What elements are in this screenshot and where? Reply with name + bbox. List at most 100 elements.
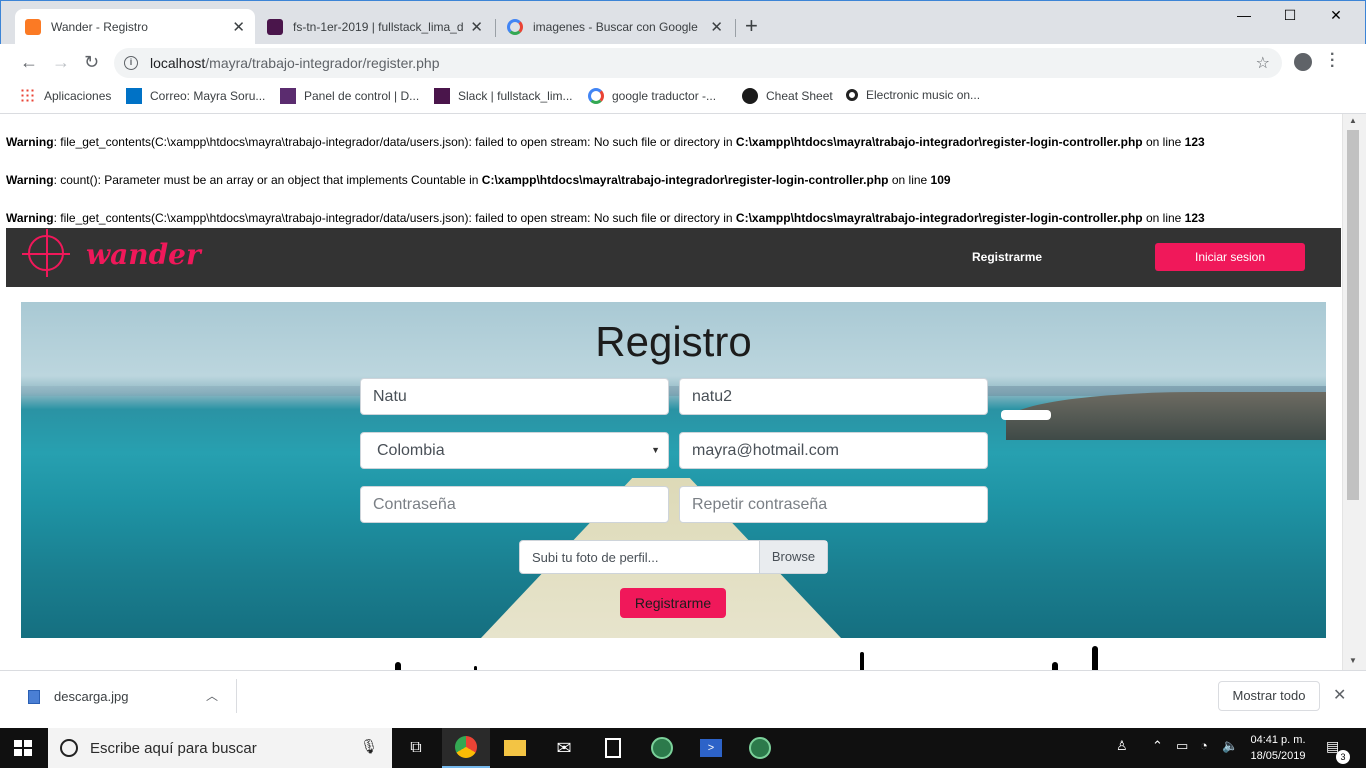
browser-toolbar: ← → ↻ i localhost/mayra/trabajo-integrad… <box>0 44 1366 82</box>
username-field[interactable]: natu2 <box>679 378 988 415</box>
taskbar-search-input[interactable]: Escribe aquí para buscar 🎙 <box>48 728 392 768</box>
site-navbar: wander Registrarme Iniciar sesion <box>6 228 1341 287</box>
divider <box>236 679 237 713</box>
tab-label: fs-tn-1er-2019 | fullstack_lima_di <box>293 20 465 34</box>
close-tab-icon[interactable]: ✕ <box>710 18 723 36</box>
system-clock[interactable]: 04:41 p. m. 18/05/2019 <box>1240 732 1316 764</box>
google-icon <box>588 88 604 104</box>
tab-slack[interactable]: fs-tn-1er-2019 | fullstack_lima_di ✕ <box>257 9 493 45</box>
password-field[interactable]: Contraseña <box>360 486 669 523</box>
bookmark-label: Aplicaciones <box>44 89 112 103</box>
reload-icon[interactable]: ↻ <box>84 52 99 73</box>
bookmark-label: Panel de control | D... <box>304 89 420 103</box>
register-submit-button[interactable]: Registrarme <box>620 588 726 618</box>
bookmark-label: Slack | fullstack_lim... <box>458 89 573 103</box>
profile-icon[interactable] <box>1294 53 1312 71</box>
url-path: /mayra/trabajo-integrador/register.php <box>205 55 440 71</box>
tab-label: imagenes - Buscar con Google <box>533 20 698 34</box>
people-icon[interactable]: ♙ <box>1116 738 1128 754</box>
silhouette <box>395 662 401 670</box>
maximize-icon[interactable]: ☐ <box>1267 7 1313 24</box>
tab-google-images[interactable]: imagenes - Buscar con Google ✕ <box>497 9 733 45</box>
rocky-island <box>1006 392 1326 440</box>
tab-label: Wander - Registro <box>51 20 148 34</box>
microphone-icon[interactable]: 🎙 <box>360 738 378 755</box>
chevron-up-icon[interactable]: ⌃ <box>1152 738 1163 754</box>
bookmark-google-translate[interactable]: google traductor -... <box>588 88 716 104</box>
taskbar-search-placeholder: Escribe aquí para buscar <box>90 739 257 757</box>
atom-taskbar-icon[interactable] <box>638 728 686 768</box>
page-scrollbar[interactable]: ▲ ▼ <box>1342 114 1366 670</box>
country-select[interactable]: Colombia ▼ <box>360 432 669 469</box>
dropdown-arrow-icon: ▼ <box>651 445 660 455</box>
login-button[interactable]: Iniciar sesion <box>1155 243 1305 271</box>
powershell-icon: > <box>700 739 722 757</box>
tab-wander-registro[interactable]: Wander - Registro ✕ <box>15 9 255 45</box>
url-host: localhost <box>150 55 206 71</box>
bookmark-label: Correo: Mayra Soru... <box>150 89 266 103</box>
bookmark-electronic-music[interactable]: Electronic music on... <box>846 88 980 102</box>
name-field[interactable]: Natu <box>360 378 669 415</box>
bookmark-panel[interactable]: Panel de control | D... <box>280 88 419 104</box>
forward-icon[interactable]: → <box>52 52 70 73</box>
chrome-icon <box>455 736 477 758</box>
battery-icon[interactable]: ▭ <box>1176 738 1188 754</box>
close-tab-icon[interactable]: ✕ <box>470 18 483 36</box>
back-icon[interactable]: ← <box>20 52 38 73</box>
scroll-up-icon[interactable]: ▲ <box>1349 116 1357 125</box>
calculator-taskbar-icon[interactable] <box>589 728 637 768</box>
show-all-button[interactable]: Mostrar todo <box>1218 681 1320 711</box>
folder-icon <box>504 740 526 756</box>
desktop-strip <box>0 720 1366 728</box>
country-selected-value: Colombia <box>377 441 445 459</box>
register-link[interactable]: Registrarme <box>972 250 1042 264</box>
bookmark-slack[interactable]: Slack | fullstack_lim... <box>434 88 572 104</box>
compass-logo-icon[interactable] <box>22 229 70 277</box>
chrome-taskbar-icon[interactable] <box>442 728 490 768</box>
repeat-password-field[interactable]: Repetir contraseña <box>679 486 988 523</box>
tab-divider <box>735 19 736 37</box>
search-icon <box>846 89 858 101</box>
close-tab-icon[interactable]: ✕ <box>232 18 245 36</box>
bookmark-cheat-sheet[interactable]: Cheat Sheet <box>742 88 833 104</box>
email-field[interactable]: mayra@hotmail.com <box>679 432 988 469</box>
kebab-menu-icon[interactable]: · · · <box>1330 47 1335 75</box>
scrollbar-thumb[interactable] <box>1347 130 1359 500</box>
volume-icon[interactable]: 🔈 <box>1222 738 1238 754</box>
chevron-up-icon[interactable]: ︿ <box>206 687 218 704</box>
bookmark-outlook[interactable]: Correo: Mayra Soru... <box>126 88 265 104</box>
bookmark-star-icon[interactable]: ☆ <box>1256 53 1270 73</box>
yacht <box>1001 410 1051 420</box>
tab-strip: Wander - Registro ✕ fs-tn-1er-2019 | ful… <box>0 0 1366 45</box>
atom-icon <box>651 737 673 759</box>
close-icon[interactable]: ✕ <box>1333 685 1346 705</box>
download-file-name: descarga.jpg <box>54 689 129 704</box>
powershell-taskbar-icon[interactable]: > <box>687 728 735 768</box>
scroll-down-icon[interactable]: ▼ <box>1349 656 1357 665</box>
atom-taskbar-icon[interactable] <box>736 728 784 768</box>
minimize-icon[interactable]: — <box>1221 7 1267 23</box>
task-view-icon[interactable]: ⧉ <box>392 728 440 768</box>
people-silhouettes <box>0 644 1342 670</box>
close-window-icon[interactable]: ✕ <box>1313 7 1359 24</box>
php-warning: Warning: file_get_contents(C:\xampp\htdo… <box>6 211 1205 225</box>
mail-taskbar-icon[interactable]: ✉ <box>540 728 588 768</box>
clock-time: 04:41 p. m. <box>1250 734 1306 746</box>
windows-start-icon[interactable] <box>14 740 32 756</box>
download-item[interactable]: descarga.jpg <box>28 689 128 704</box>
bookmark-label: Cheat Sheet <box>766 89 833 103</box>
address-bar[interactable]: i localhost/mayra/trabajo-integrador/reg… <box>114 48 1282 78</box>
tab-divider <box>495 19 496 37</box>
browse-button[interactable]: Browse <box>759 541 827 573</box>
file-explorer-taskbar-icon[interactable] <box>491 728 539 768</box>
wifi-icon[interactable]: ◔ <box>1200 738 1208 753</box>
notification-count-badge: 3 <box>1336 750 1350 764</box>
slack-icon <box>434 88 450 104</box>
site-logo[interactable]: wander <box>86 238 201 271</box>
profile-photo-input[interactable]: Subi tu foto de perfil... Browse <box>519 540 828 574</box>
info-icon[interactable]: i <box>124 56 138 70</box>
bookmark-apps[interactable]: Aplicaciones <box>20 88 111 104</box>
new-tab-icon[interactable]: + <box>745 15 758 37</box>
php-warning: Warning: count(): Parameter must be an a… <box>6 173 951 187</box>
silhouette <box>1092 646 1098 670</box>
